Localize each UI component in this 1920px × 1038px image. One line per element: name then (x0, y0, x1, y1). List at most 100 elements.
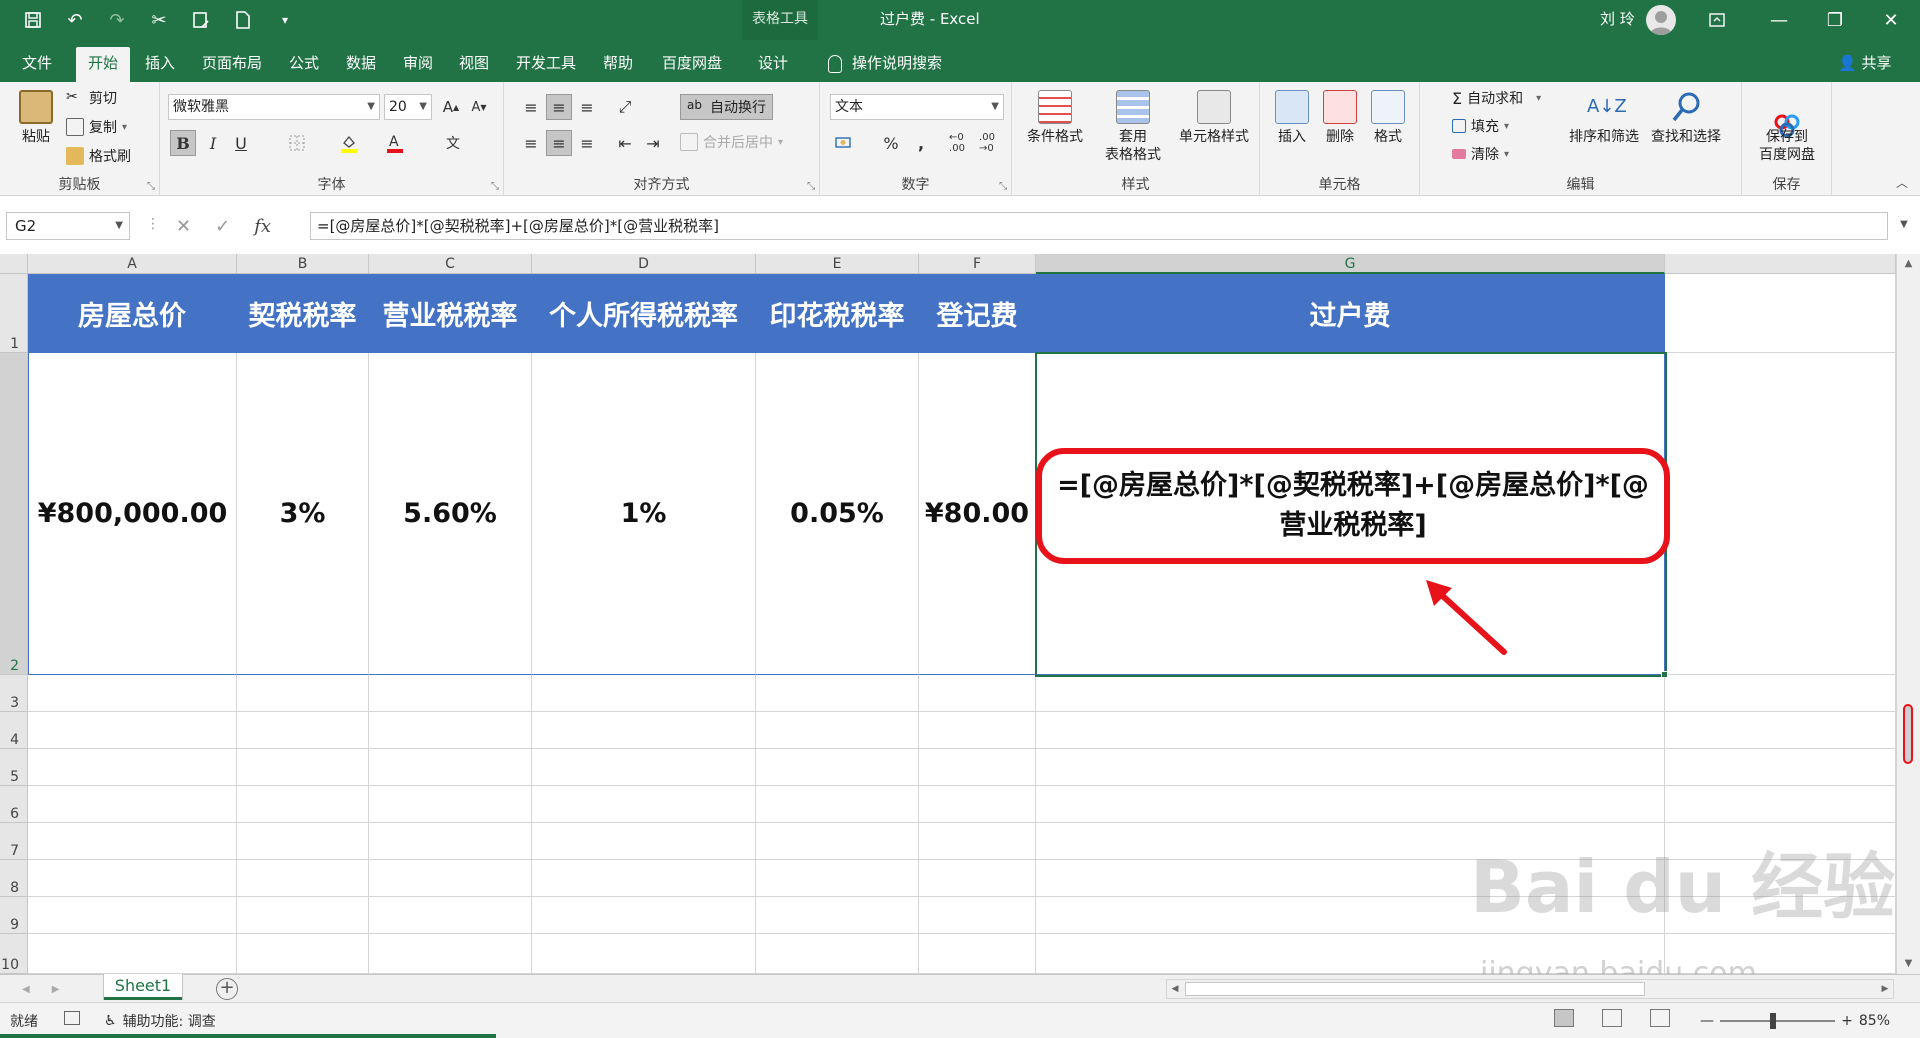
paste-button[interactable]: 粘贴 (14, 90, 58, 146)
page-layout-view-icon[interactable] (1602, 1009, 1622, 1027)
dialog-launcher-icon[interactable]: ⤡ (807, 181, 815, 192)
delete-cells-button[interactable]: 删除 (1320, 90, 1360, 146)
cut-button[interactable]: ✂ 剪切 (66, 88, 117, 108)
empty-cell[interactable] (369, 712, 532, 749)
fill-handle[interactable] (1661, 671, 1668, 678)
wrap-text-button[interactable]: ab 自动换行 (680, 94, 773, 120)
accessibility-status[interactable]: ♿ 辅助功能: 调查 (104, 1011, 216, 1031)
empty-cell[interactable] (28, 675, 237, 712)
number-format-select[interactable]: 文本 ▼ (830, 94, 1004, 120)
sort-filter-button[interactable]: A↓Z 排序和筛选 (1564, 90, 1644, 146)
column-header-a[interactable]: A (28, 254, 237, 274)
empty-cell[interactable] (237, 823, 369, 860)
scroll-right-icon[interactable]: ▶ (1877, 980, 1893, 998)
table-data-cell[interactable]: 0.05% (756, 353, 919, 675)
empty-cell[interactable] (1036, 786, 1665, 823)
restore-icon[interactable]: ❐ (1810, 0, 1860, 40)
empty-cell[interactable] (532, 897, 756, 934)
save-as-icon[interactable] (188, 7, 214, 33)
column-header-f[interactable]: F (919, 254, 1036, 274)
table-data-cell[interactable]: ¥800,000.00 (28, 353, 237, 675)
cut-icon[interactable]: ✂ (146, 7, 172, 33)
tab-insert[interactable]: 插入 (138, 47, 182, 82)
empty-cell[interactable] (1665, 749, 1896, 786)
empty-cell[interactable] (532, 823, 756, 860)
table-header-cell[interactable]: 房屋总价 (28, 274, 237, 353)
tab-view[interactable]: 视图 (452, 47, 496, 82)
empty-cell[interactable] (756, 934, 919, 974)
empty-cell[interactable] (1665, 353, 1896, 675)
table-data-cell[interactable]: 3% (237, 353, 369, 675)
font-name-select[interactable]: 微软雅黑 ▼ (168, 94, 380, 120)
increase-decimal-icon[interactable]: ←0.00 (944, 130, 970, 156)
column-header-empty[interactable] (1665, 254, 1896, 274)
phonetic-guide-icon[interactable]: 文 (440, 130, 466, 156)
tab-developer[interactable]: 开发工具 (508, 47, 584, 82)
tab-data[interactable]: 数据 (340, 47, 382, 82)
undo-icon[interactable]: ↶ (62, 7, 88, 33)
empty-cell[interactable] (28, 749, 237, 786)
decrease-indent-icon[interactable]: ⇤ (612, 130, 638, 156)
empty-cell[interactable] (369, 934, 532, 974)
table-header-cell[interactable]: 过户费 (1036, 274, 1665, 353)
empty-cell[interactable] (756, 897, 919, 934)
column-header-b[interactable]: B (237, 254, 369, 274)
table-data-cell[interactable]: 1% (532, 353, 756, 675)
align-bottom-icon[interactable]: ≡ (574, 94, 600, 120)
table-header-cell[interactable]: 印花税税率 (756, 274, 919, 353)
empty-cell[interactable] (919, 786, 1036, 823)
fill-color-icon[interactable] (336, 130, 362, 156)
empty-cell[interactable] (1036, 712, 1665, 749)
empty-cell[interactable] (28, 786, 237, 823)
insert-function-icon[interactable]: fx (254, 216, 271, 237)
format-cells-button[interactable]: 格式 (1368, 90, 1408, 146)
empty-cell[interactable] (237, 860, 369, 897)
table-data-cell[interactable]: ¥80.00 (919, 353, 1036, 675)
table-data-cell[interactable]: 5.60% (369, 353, 532, 675)
row-header-4[interactable]: 4 (0, 712, 28, 749)
empty-cell[interactable] (369, 860, 532, 897)
empty-cell[interactable] (369, 749, 532, 786)
page-break-view-icon[interactable] (1650, 1009, 1670, 1027)
cell-styles-button[interactable]: 单元格样式 (1172, 90, 1256, 146)
scroll-thumb[interactable] (1903, 704, 1913, 764)
align-left-icon[interactable]: ≡ (518, 130, 544, 156)
customize-icon[interactable]: ▾ (272, 7, 298, 33)
zoom-slider-knob[interactable] (1769, 1013, 1776, 1029)
cancel-icon[interactable]: ✕ (176, 216, 191, 237)
empty-cell[interactable] (1665, 786, 1896, 823)
enter-icon[interactable]: ✓ (215, 216, 230, 237)
zoom-out-icon[interactable]: — (1700, 1013, 1714, 1029)
row-header-5[interactable]: 5 (0, 749, 28, 786)
user-name[interactable]: 刘 玲 (1600, 0, 1635, 40)
shrink-font-icon[interactable]: A ▼ (466, 94, 492, 120)
column-header-g[interactable]: G (1036, 254, 1665, 274)
empty-cell[interactable] (756, 675, 919, 712)
empty-cell[interactable] (919, 749, 1036, 786)
row-header-1[interactable]: 1 (0, 274, 28, 353)
empty-cell[interactable] (237, 897, 369, 934)
row-header-6[interactable]: 6 (0, 786, 28, 823)
empty-cell[interactable] (532, 860, 756, 897)
empty-cell[interactable] (369, 897, 532, 934)
italic-button[interactable]: I (200, 130, 226, 156)
empty-cell[interactable] (369, 786, 532, 823)
empty-cell[interactable] (1036, 675, 1665, 712)
prev-sheet-icon[interactable]: ◀ (22, 984, 30, 995)
empty-cell[interactable] (28, 897, 237, 934)
dialog-launcher-icon[interactable]: ⤡ (491, 181, 499, 192)
empty-cell[interactable] (532, 675, 756, 712)
fill-button[interactable]: 填充 ▾ (1452, 116, 1509, 136)
share-button[interactable]: 👤 共享 (1838, 47, 1891, 82)
empty-cell[interactable] (756, 860, 919, 897)
empty-cell[interactable] (532, 786, 756, 823)
table-header-cell[interactable]: 契税税率 (237, 274, 369, 353)
merge-center-button[interactable]: 合并后居中 ▾ (680, 132, 783, 152)
row-header-2[interactable]: 2 (0, 353, 28, 675)
empty-cell[interactable] (532, 712, 756, 749)
tab-help[interactable]: 帮助 (596, 47, 640, 82)
redo-icon[interactable]: ↷ (104, 7, 130, 33)
empty-cell[interactable] (532, 749, 756, 786)
empty-cell[interactable] (919, 934, 1036, 974)
accounting-format-icon[interactable] (832, 130, 858, 156)
